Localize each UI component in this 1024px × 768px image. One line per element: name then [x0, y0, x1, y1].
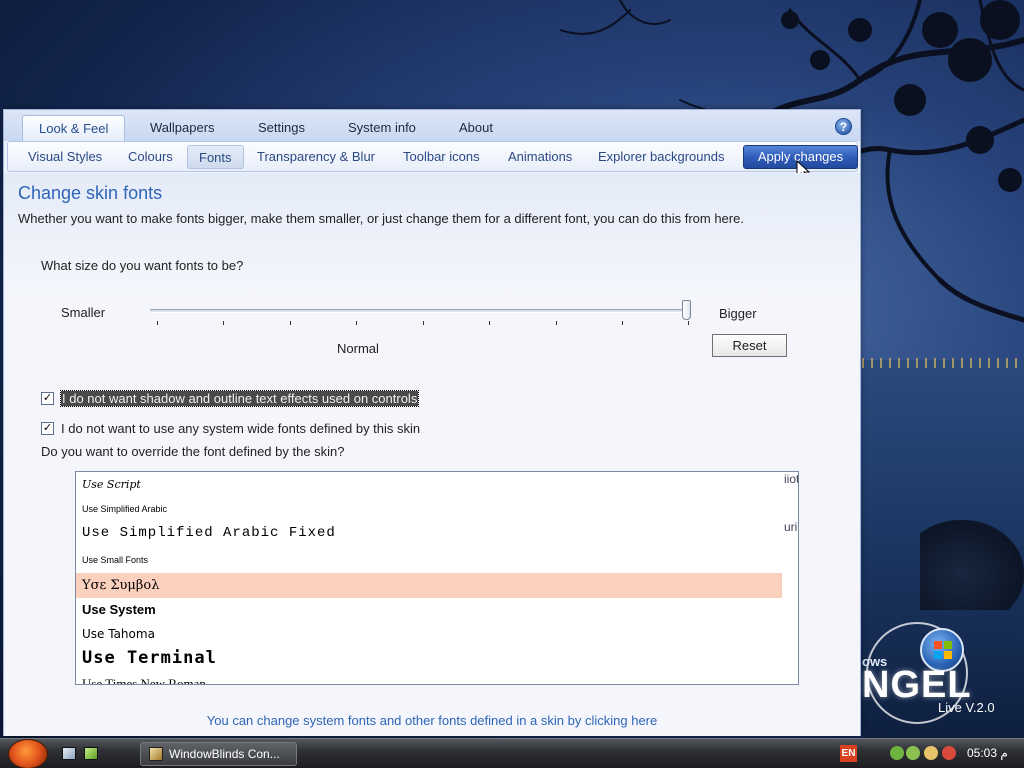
tab-look-and-feel[interactable]: Look & Feel: [22, 115, 126, 141]
windowblinds-app-icon: [149, 747, 163, 761]
slider-track: [150, 309, 688, 313]
font-list-item[interactable]: Use Times New Roman: [82, 676, 206, 684]
system-fonts-option[interactable]: ✓ I do not want to use any system wide f…: [41, 420, 420, 436]
reset-button[interactable]: Reset: [712, 334, 787, 357]
slider-tick: [688, 321, 689, 325]
language-indicator[interactable]: EN: [840, 745, 857, 762]
fonts-page: Change skin fonts Whether you want to ma…: [4, 173, 860, 736]
shadow-effects-label[interactable]: I do not want shadow and outline text ef…: [59, 389, 420, 407]
taskbar-clock[interactable]: 05:03 م: [967, 746, 1008, 760]
taskbar-button-label: WindowBlinds Con...: [169, 747, 280, 761]
show-desktop-icon[interactable]: [62, 747, 76, 760]
tab-wallpapers[interactable]: Wallpapers: [134, 115, 231, 141]
slider-tick: [489, 321, 490, 325]
subtab-transparency-blur[interactable]: Transparency & Blur: [246, 145, 386, 169]
font-list-item[interactable]: Use Simplified Arabic: [82, 504, 167, 514]
desktop-brand-logo: ows NGEL Live V.2.0: [862, 618, 1024, 724]
subtab-explorer-backgrounds[interactable]: Explorer backgrounds: [587, 145, 735, 169]
font-list-item[interactable]: Use Small Fonts: [82, 555, 148, 565]
sub-tab-bar: Visual Styles Colours Fonts Transparency…: [7, 141, 858, 172]
subtab-toolbar-icons[interactable]: Toolbar icons: [392, 145, 491, 169]
tray-volume-icon[interactable]: [924, 746, 938, 760]
list-edge-text: iiot uri: [784, 472, 799, 534]
system-fonts-label[interactable]: I do not want to use any system wide fon…: [61, 421, 420, 436]
slider-tick: [223, 321, 224, 325]
page-title: Change skin fonts: [18, 183, 163, 203]
taskbar-windowblinds-button[interactable]: WindowBlinds Con...: [140, 742, 297, 766]
font-size-question: What size do you want fonts to be?: [41, 258, 244, 273]
brand-version: Live V.2.0: [938, 700, 995, 715]
page-description: Whether you want to make fonts bigger, m…: [18, 211, 744, 226]
override-font-question: Do you want to override the font defined…: [41, 444, 345, 459]
font-list-item[interactable]: Use Terminal: [82, 648, 217, 668]
tab-system-info[interactable]: System info: [332, 115, 432, 141]
slider-min-label: Smaller: [61, 305, 106, 320]
slider-tick: [356, 321, 357, 325]
help-icon[interactable]: ?: [835, 118, 852, 135]
slider-tick: [157, 321, 158, 325]
subtab-animations[interactable]: Animations: [497, 145, 583, 169]
system-fonts-checkbox[interactable]: ✓: [41, 421, 54, 435]
subtab-visual-styles[interactable]: Visual Styles: [17, 145, 113, 169]
shadow-effects-checkbox[interactable]: ✓: [41, 391, 54, 405]
tab-about[interactable]: About: [443, 115, 509, 141]
tray-app-icon[interactable]: [906, 746, 920, 760]
font-override-list[interactable]: Use Script Use Simplified Arabic Use Sim…: [75, 471, 799, 685]
slider-tick: [423, 321, 424, 325]
font-list-item[interactable]: Use Simplified Arabic Fixed: [82, 525, 336, 541]
subtab-fonts[interactable]: Fonts: [187, 145, 244, 169]
system-fonts-link[interactable]: You can change system fonts and other fo…: [4, 713, 860, 728]
slider-tick: [622, 321, 623, 325]
quick-launch-icon[interactable]: [84, 747, 98, 760]
font-list-item[interactable]: Use System: [82, 602, 156, 617]
shadow-effects-option[interactable]: ✓ I do not want shadow and outline text …: [41, 389, 420, 407]
desktop-rocks: [920, 520, 1024, 610]
font-list-item-selected[interactable]: Υσε Συμβολ: [76, 573, 782, 598]
desktop-city-lights: [862, 358, 1024, 368]
taskbar: WindowBlinds Con... EN 05:03 م: [0, 738, 1024, 768]
slider-thumb[interactable]: [682, 300, 691, 320]
font-list-item[interactable]: Use Script: [82, 478, 141, 491]
slider-max-label: Bigger: [719, 306, 757, 321]
font-size-slider[interactable]: [150, 296, 691, 326]
subtab-colours[interactable]: Colours: [117, 145, 184, 169]
slider-tick: [290, 321, 291, 325]
font-list-item[interactable]: Use Tahoma: [82, 627, 155, 641]
tab-settings[interactable]: Settings: [242, 115, 321, 141]
tray-security-icon[interactable]: [942, 746, 956, 760]
start-button[interactable]: [8, 739, 48, 768]
slider-tick: [556, 321, 557, 325]
main-tab-bar: Look & Feel Wallpapers Settings System i…: [4, 110, 860, 141]
windowblinds-config-window: Look & Feel Wallpapers Settings System i…: [3, 109, 861, 736]
tray-network-icon[interactable]: [890, 746, 904, 760]
slider-normal-label: Normal: [337, 341, 379, 356]
